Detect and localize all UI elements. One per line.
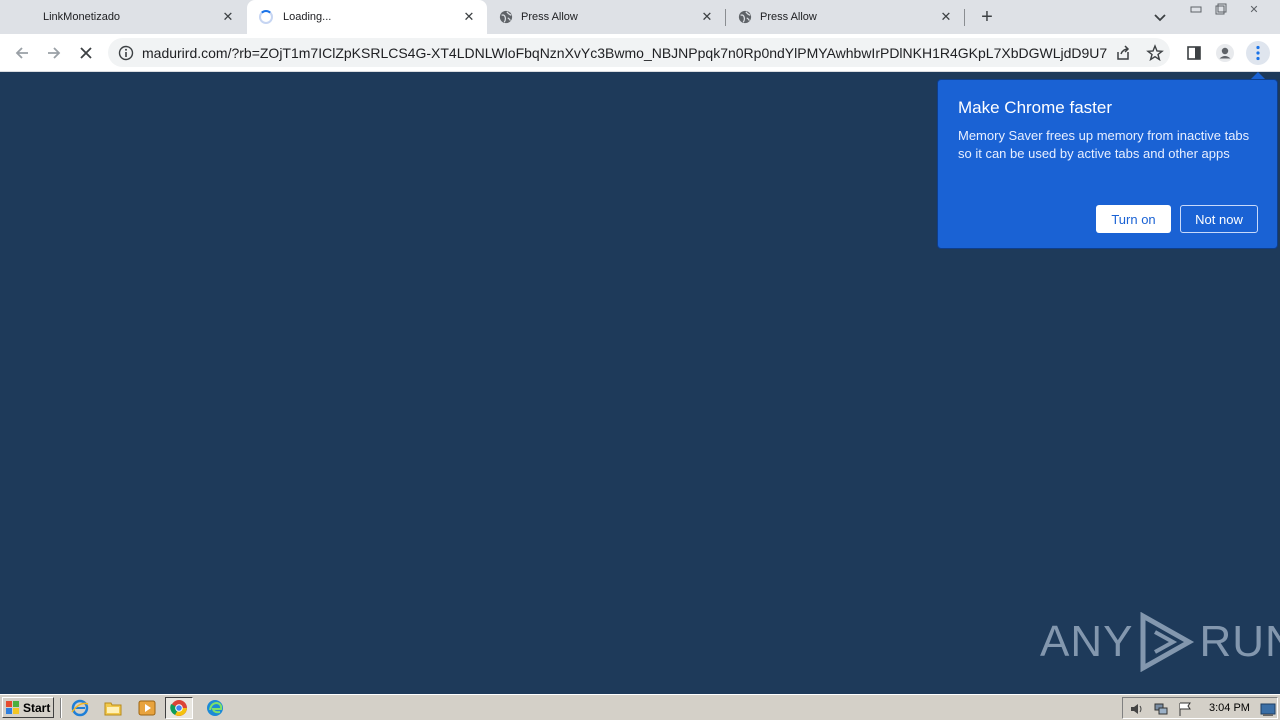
loading-spinner-icon <box>259 10 273 24</box>
popup-title: Make Chrome faster <box>958 98 1112 117</box>
media-player-icon[interactable] <box>138 699 156 717</box>
chevron-down-icon[interactable] <box>1152 9 1168 25</box>
tab-divider <box>964 9 965 26</box>
star-icon[interactable] <box>1146 44 1164 62</box>
forward-button[interactable] <box>43 42 65 64</box>
url-text[interactable]: madurird.com/?rb=ZOjT1m7IClZpKSRLCS4G-XT… <box>142 45 1107 61</box>
arrow-right-icon <box>48 47 61 59</box>
turn-on-button[interactable]: Turn on <box>1096 205 1171 233</box>
internet-explorer-icon[interactable] <box>71 699 89 717</box>
tab-linkmonetizado[interactable]: LinkMonetizado ✕ <box>0 0 246 34</box>
address-bar[interactable]: madurird.com/?rb=ZOjT1m7IClZpKSRLCS4G-XT… <box>108 38 1170 67</box>
more-vert-icon <box>1256 45 1260 61</box>
flag-icon[interactable] <box>1177 701 1193 717</box>
arrow-left-icon <box>15 47 28 59</box>
tab-loading[interactable]: Loading... ✕ <box>247 0 487 34</box>
show-desktop-icon[interactable] <box>1260 701 1276 717</box>
close-icon[interactable]: ✕ <box>938 9 954 25</box>
menu-button[interactable] <box>1246 41 1270 65</box>
network-icon[interactable] <box>1153 701 1169 717</box>
edge-icon[interactable] <box>206 699 224 717</box>
start-label: Start <box>23 700 51 715</box>
tab-title: Press Allow <box>760 11 817 23</box>
folder-icon[interactable] <box>104 699 122 717</box>
tab-title: Press Allow <box>521 11 578 23</box>
tab-title: Loading... <box>283 11 332 23</box>
stop-loading-button[interactable] <box>75 42 97 64</box>
volume-icon[interactable] <box>1129 701 1145 717</box>
avatar-icon <box>1216 44 1234 62</box>
chrome-taskbar-button[interactable] <box>165 697 193 719</box>
new-tab-button[interactable]: + <box>976 6 998 28</box>
close-icon[interactable]: ✕ <box>461 9 477 25</box>
tab-strip: LinkMonetizado ✕ Loading... ✕ Press Allo… <box>0 0 1280 34</box>
restore-icon[interactable] <box>1211 2 1231 16</box>
browser-toolbar: madurird.com/?rb=ZOjT1m7IClZpKSRLCS4G-XT… <box>0 34 1280 72</box>
close-icon[interactable]: ✕ <box>220 9 236 25</box>
share-icon[interactable] <box>1114 44 1132 62</box>
watermark-text-left: ANY <box>1040 617 1134 666</box>
tab-title: LinkMonetizado <box>43 11 121 23</box>
taskbar-divider <box>60 698 62 718</box>
popup-body: Memory Saver frees up memory from inacti… <box>958 128 1250 161</box>
memory-saver-promo: Make Chrome faster Memory Saver frees up… <box>937 79 1278 249</box>
globe-icon <box>738 10 752 24</box>
chrome-icon <box>170 700 187 716</box>
windows-logo-icon <box>6 701 19 714</box>
minimize-icon[interactable] <box>1186 2 1206 16</box>
not-now-button[interactable]: Not now <box>1180 205 1258 233</box>
back-button[interactable] <box>11 42 33 64</box>
globe-icon <box>499 10 513 24</box>
anyrun-watermark: ANY RUN <box>1040 612 1280 672</box>
close-window-icon[interactable]: ✕ <box>1244 2 1264 16</box>
play-logo-icon <box>1140 612 1195 672</box>
tab-press-allow-2[interactable]: Press Allow ✕ <box>726 0 964 34</box>
clock: 3:04 PM <box>1209 702 1250 714</box>
side-panel-button[interactable] <box>1182 41 1206 65</box>
system-tray: 3:04 PM <box>1122 697 1278 719</box>
close-icon[interactable]: ✕ <box>699 9 715 25</box>
close-icon <box>80 47 92 59</box>
profile-button[interactable] <box>1213 41 1237 65</box>
tab-press-allow-1[interactable]: Press Allow ✕ <box>487 0 725 34</box>
info-icon[interactable] <box>118 45 134 61</box>
taskbar: Start 3:04 PM <box>0 694 1280 720</box>
start-button[interactable]: Start <box>2 697 54 718</box>
side-panel-icon <box>1187 46 1201 60</box>
watermark-text-right: RUN <box>1199 617 1280 666</box>
